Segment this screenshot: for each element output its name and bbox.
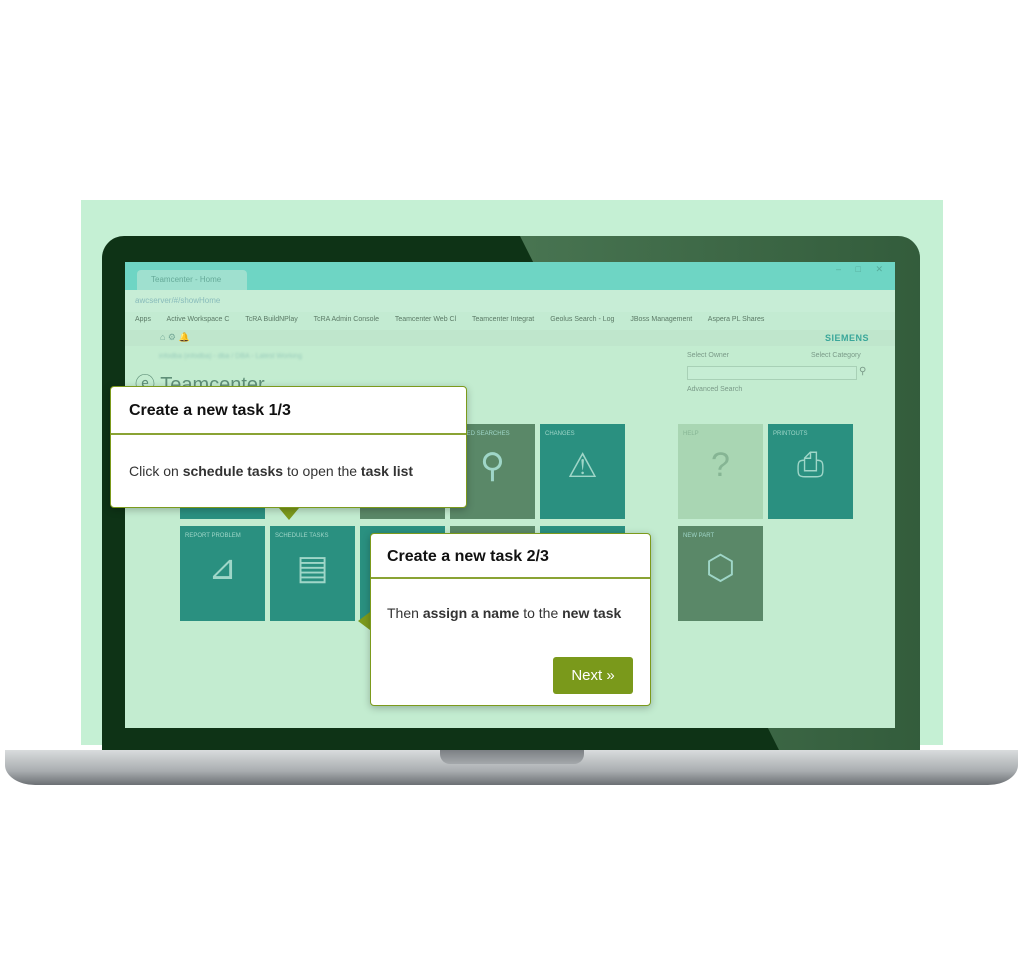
tooltip-body: Click on schedule tasks to open the task… (129, 463, 414, 479)
bookmark[interactable]: Teamcenter Web Cl (395, 316, 456, 323)
tile-help[interactable]: Help? (678, 424, 763, 519)
browser-tab-bar: Teamcenter - Home – □ ✕ (125, 262, 895, 290)
tooltip-pointer (279, 508, 299, 520)
tile-changes[interactable]: Changes ⚠ (540, 424, 625, 519)
bookmark[interactable]: Aspera PL Shares (708, 316, 765, 323)
tile-schedule-tasks[interactable]: Schedule Tasks ▤ (270, 526, 355, 621)
tile-printouts[interactable]: Printouts ⎙ (768, 424, 853, 519)
siemens-logo: SIEMENS (824, 333, 869, 343)
app-toolbar: ⌂ ⚙ 🔔 SIEMENS (125, 330, 895, 346)
bookmark[interactable]: Geolus Search - Log (550, 316, 614, 323)
warning-icon: ⚠ (567, 447, 598, 485)
bookmark[interactable]: Apps (135, 316, 151, 323)
tile-new-part[interactable]: New Part ⬡ (678, 526, 763, 621)
report-problem-icon: ⊿ (208, 549, 237, 587)
select-category[interactable]: Select Category (811, 352, 861, 359)
window-controls[interactable]: – □ ✕ (836, 264, 889, 275)
question-icon: ? (711, 446, 730, 484)
tile-report-problem[interactable]: Report Problem ⊿ (180, 526, 265, 621)
bookmark[interactable]: Active Workspace C (167, 316, 230, 323)
tooltip-pointer (358, 612, 370, 630)
home-settings-bell-icons[interactable]: ⌂ ⚙ 🔔 (160, 332, 190, 343)
bookmark[interactable]: TcRA Admin Console (314, 316, 379, 323)
next-button[interactable]: Next » (553, 657, 633, 694)
laptop-notch (440, 750, 584, 764)
user-context: infodba (infodba) - dba / DBA - Latest W… (159, 353, 303, 360)
tooltip-body: Then assign a name to the new task (387, 605, 622, 621)
tour-tooltip-step-1: Create a new task 1/3 Click on schedule … (110, 386, 467, 508)
bookmark[interactable]: JBoss Management (630, 316, 692, 323)
search-icon[interactable]: ⚲ (859, 366, 866, 377)
bookmark[interactable]: Teamcenter Integrat (472, 316, 534, 323)
cube-icon: ⬡ (705, 549, 736, 587)
bookmarks-bar: Apps Active Workspace C TcRA BuildNPlay … (125, 312, 895, 330)
schedule-icon: ▤ (296, 549, 329, 587)
advanced-search-link[interactable]: Advanced Search (687, 386, 742, 393)
printer-icon: ⎙ (796, 446, 825, 484)
bookmark[interactable]: TcRA BuildNPlay (245, 316, 298, 323)
search-input[interactable] (687, 366, 857, 380)
browser-tab[interactable]: Teamcenter - Home (137, 270, 247, 290)
tooltip-title: Create a new task 1/3 (111, 387, 466, 435)
tooltip-title: Create a new task 2/3 (371, 534, 650, 579)
select-owner[interactable]: Select Owner (687, 352, 729, 359)
url-bar[interactable]: awcserver/#/showHome (125, 290, 895, 312)
